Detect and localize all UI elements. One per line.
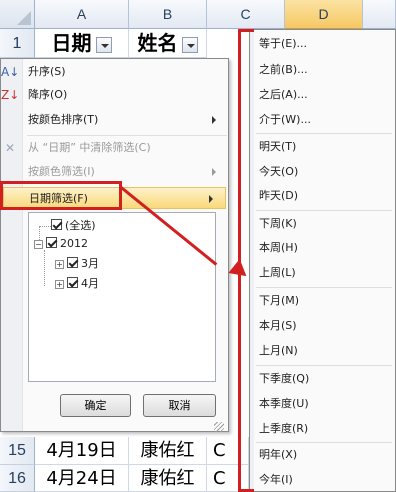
submenu-item-equals[interactable]: 等于(E)... xyxy=(259,34,389,54)
submenu-separator xyxy=(256,287,392,288)
column-header-e[interactable] xyxy=(363,0,396,29)
date-filter-submenu: 等于(E)... 之前(B)... 之后(A)... 介于(W)... 明天(T… xyxy=(249,29,396,492)
clear-filter-icon: ✕ xyxy=(4,141,16,155)
submenu-item-next-year[interactable]: 明年(X) xyxy=(259,445,389,465)
submenu-item-tomorrow[interactable]: 明天(T) xyxy=(259,137,389,157)
submenu-item-last-week[interactable]: 上周(L) xyxy=(259,263,389,283)
sort-ascending-item[interactable]: A↓ 升序(S) xyxy=(1,61,228,83)
row-header-1[interactable]: 1 xyxy=(0,29,35,58)
cell-b16[interactable]: 康佑红 xyxy=(129,465,207,492)
row-header-16[interactable]: 16 xyxy=(0,465,35,492)
tree-connector xyxy=(39,226,51,227)
filter-by-color-item: 按颜色筛选(I) xyxy=(1,161,228,183)
tree-item-month-march[interactable]: +3月 xyxy=(55,255,99,273)
submenu-separator xyxy=(256,442,392,443)
cell-a16[interactable]: 4月24日 xyxy=(35,465,129,492)
submenu-item-this-quarter[interactable]: 本季度(U) xyxy=(259,394,389,414)
sort-by-color-item[interactable]: 按颜色排序(T) xyxy=(1,109,228,131)
cell-a15[interactable]: 4月19日 xyxy=(35,437,129,465)
expand-icon[interactable]: + xyxy=(55,260,64,269)
sort-descending-icon: Z↓ xyxy=(1,88,20,102)
annotation-highlight-box xyxy=(0,181,122,210)
sort-ascending-icon: A↓ xyxy=(1,65,20,79)
submenu-item-today[interactable]: 今天(O) xyxy=(259,162,389,182)
submenu-arrow-icon xyxy=(209,195,213,203)
header-name-text: 姓名 xyxy=(137,31,178,55)
sort-descending-item[interactable]: Z↓ 降序(O) xyxy=(1,84,228,106)
submenu-item-next-week[interactable]: 下周(K) xyxy=(259,214,389,234)
cell-a1[interactable]: 日期 xyxy=(35,29,129,58)
submenu-item-last-month[interactable]: 上月(N) xyxy=(259,341,389,361)
cell-b1[interactable]: 姓名 xyxy=(129,29,207,58)
submenu-item-yesterday[interactable]: 昨天(D) xyxy=(259,186,389,206)
filter-value-tree[interactable]: (全选) −2012 +3月 +4月 xyxy=(28,212,216,382)
submenu-item-last-quarter[interactable]: 上季度(R) xyxy=(259,419,389,439)
tree-item-select-all[interactable]: (全选) xyxy=(51,217,96,235)
submenu-item-before[interactable]: 之前(B)... xyxy=(259,60,389,80)
select-all-corner[interactable] xyxy=(0,0,35,29)
submenu-item-this-year[interactable]: 今年(I) xyxy=(259,470,389,490)
column-header-b[interactable]: B xyxy=(129,0,207,29)
column-header-a[interactable]: A xyxy=(35,0,129,29)
submenu-separator xyxy=(256,210,392,211)
submenu-separator xyxy=(256,365,392,366)
column-header-c[interactable]: C xyxy=(207,0,285,29)
ok-button[interactable]: 确定 xyxy=(60,394,131,417)
submenu-item-this-month[interactable]: 本月(S) xyxy=(259,316,389,336)
submenu-item-next-quarter[interactable]: 下季度(Q) xyxy=(259,369,389,389)
submenu-arrow-icon xyxy=(212,168,216,176)
tree-item-month-april[interactable]: +4月 xyxy=(55,275,99,293)
column-header-d[interactable]: D xyxy=(285,0,363,29)
cancel-button[interactable]: 取消 xyxy=(143,394,216,417)
submenu-item-next-month[interactable]: 下月(M) xyxy=(259,291,389,311)
submenu-separator xyxy=(256,133,392,134)
expand-icon[interactable]: + xyxy=(55,280,64,289)
header-date-text: 日期 xyxy=(51,31,92,55)
submenu-item-this-week[interactable]: 本周(H) xyxy=(259,238,389,258)
submenu-arrow-icon xyxy=(212,116,216,124)
checkbox-checked-icon[interactable] xyxy=(46,237,57,248)
clear-filter-item: ✕ 从 “日期” 中清除筛选(C) xyxy=(1,137,228,159)
checkbox-checked-icon[interactable] xyxy=(51,219,62,230)
filter-dropdown-icon[interactable] xyxy=(95,36,112,53)
tree-item-year[interactable]: −2012 xyxy=(34,235,88,253)
resize-grip-icon[interactable] xyxy=(214,422,224,432)
submenu-item-after[interactable]: 之后(A)... xyxy=(259,85,389,105)
cell-b15[interactable]: 康佑红 xyxy=(129,437,207,465)
checkbox-checked-icon[interactable] xyxy=(67,257,78,268)
menu-separator xyxy=(27,135,227,136)
tree-connector xyxy=(44,250,45,286)
filter-dropdown-icon[interactable] xyxy=(181,36,198,53)
collapse-icon[interactable]: − xyxy=(34,240,43,249)
submenu-item-between[interactable]: 介于(W)... xyxy=(259,110,389,130)
row-header-15[interactable]: 15 xyxy=(0,437,35,465)
checkbox-checked-icon[interactable] xyxy=(67,277,78,288)
